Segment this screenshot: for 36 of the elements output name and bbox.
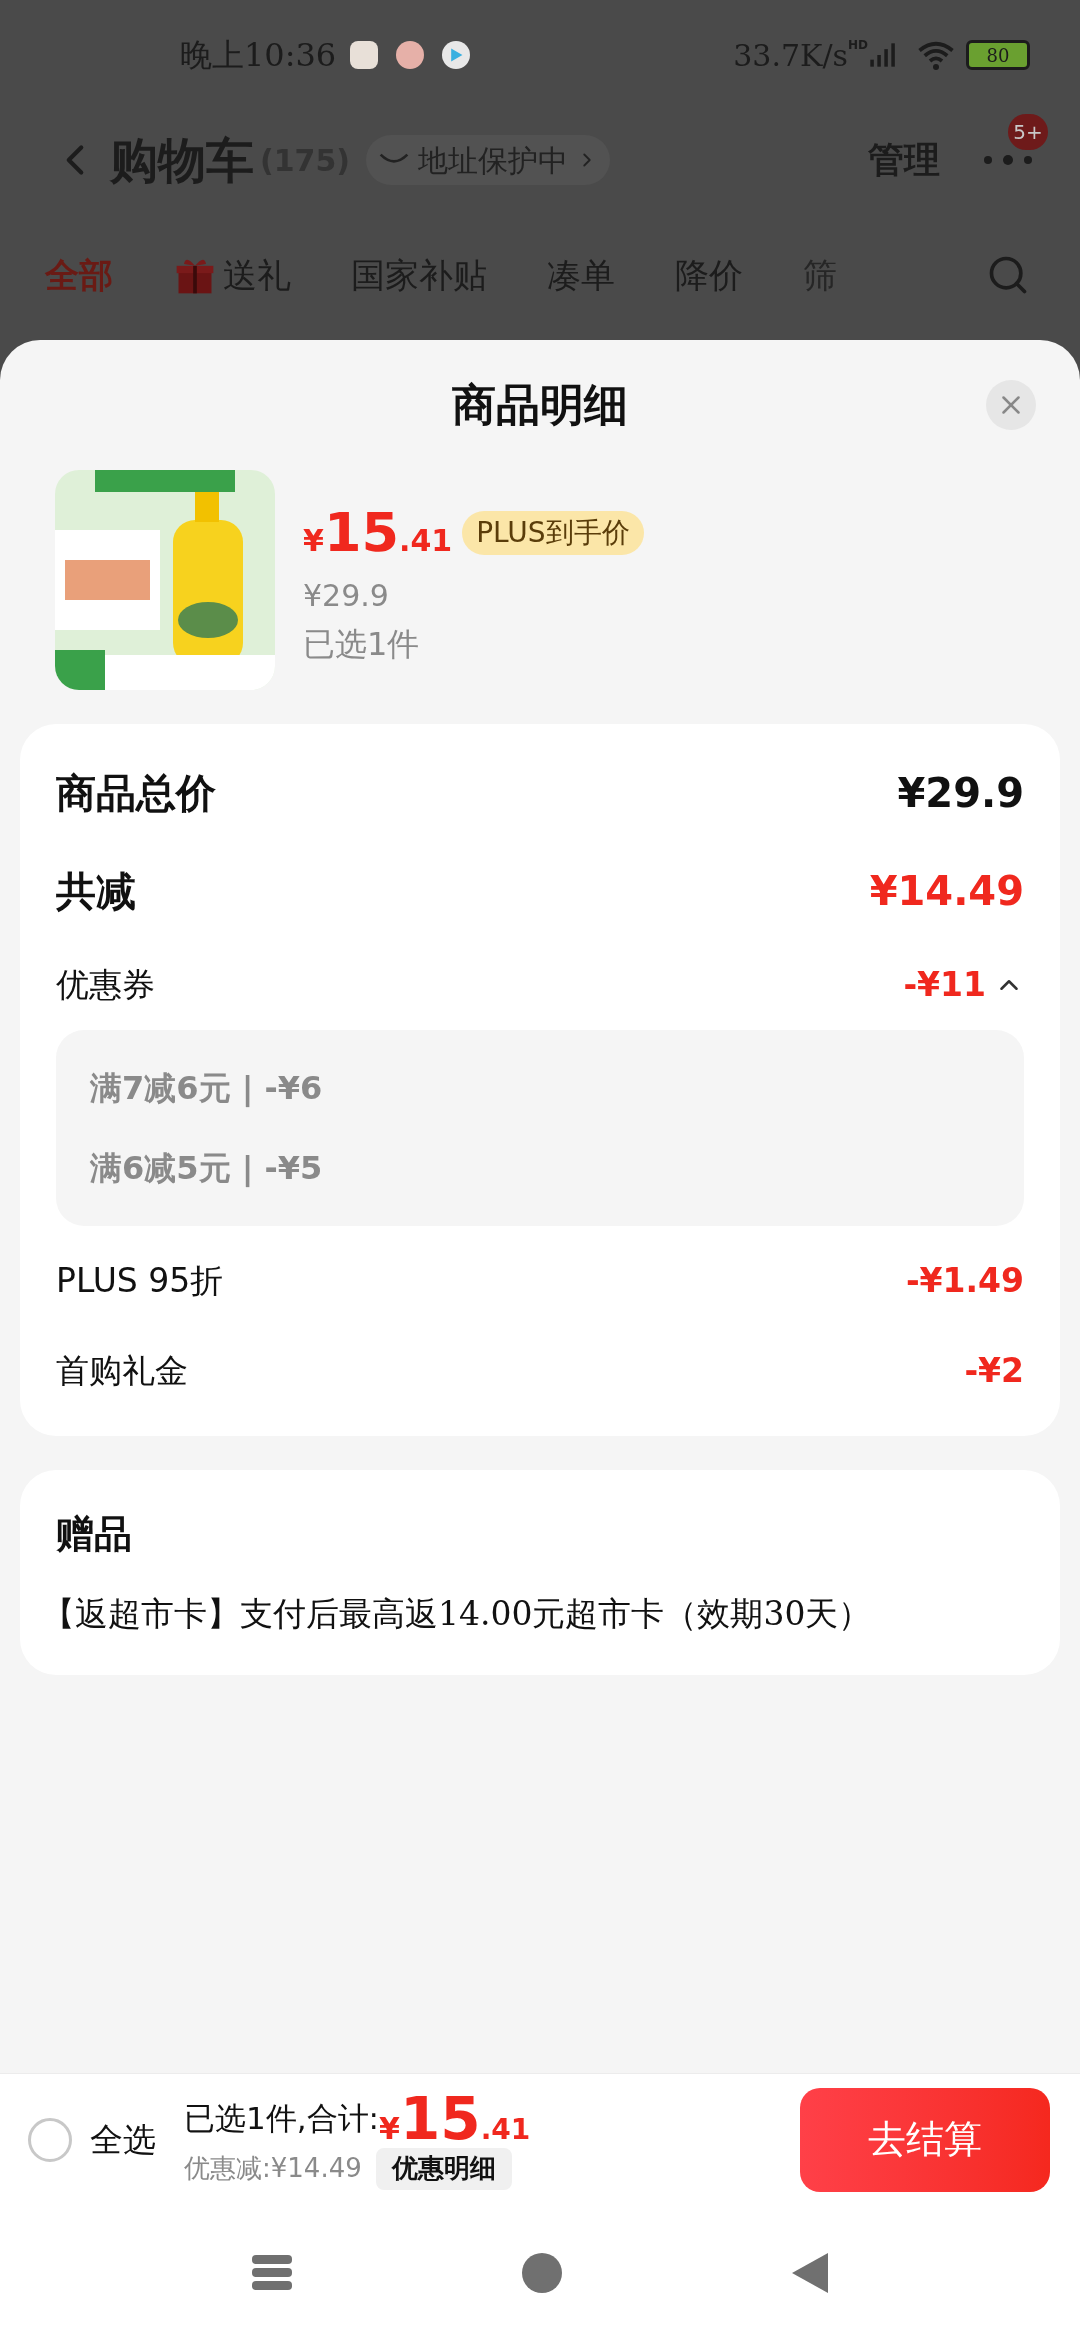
summary-value: -¥2 <box>964 1350 1024 1393</box>
close-button[interactable] <box>986 380 1036 430</box>
summary-value: -¥11 <box>903 964 986 1007</box>
summary-label: 首购礼金 <box>56 1350 188 1393</box>
summary-label: 商品总价 <box>56 769 216 818</box>
app-icon <box>396 41 425 69</box>
menu-icon[interactable] <box>252 2254 292 2291</box>
product-price: ¥15.41 <box>303 500 453 566</box>
coupon-detail: 满7减6元 | -¥6 <box>90 1068 324 1109</box>
notification-badge: 5+ <box>1008 114 1048 150</box>
back-icon[interactable] <box>792 2252 828 2293</box>
summary-label: PLUS 95折 <box>56 1260 224 1303</box>
summary-label: 共减 <box>56 867 136 916</box>
gift-description: 【返超市卡】支付后最高返14.00元超市卡（效期30天） <box>42 1593 873 1635</box>
summary-value: ¥14.49 <box>869 867 1024 916</box>
summary-label: 优惠券 <box>56 964 155 1007</box>
select-all-checkbox[interactable] <box>28 2117 72 2162</box>
signal-icon <box>868 41 896 69</box>
home-icon[interactable] <box>522 2252 562 2293</box>
play-icon <box>442 41 471 69</box>
summary-value: -¥1.49 <box>905 1260 1024 1303</box>
checkout-button[interactable]: 去结算 <box>800 2087 1050 2192</box>
sheet-title: 商品明细 <box>452 378 628 432</box>
total-price: ¥15.41 <box>379 2089 531 2148</box>
selected-count: 已选1件 <box>303 624 421 665</box>
app-icon <box>350 41 379 69</box>
gift-title: 赠品 <box>56 1511 133 1558</box>
plus-price-tag: PLUS到手价 <box>462 510 644 555</box>
select-all-label: 全选 <box>90 2118 156 2161</box>
discount-summary: 优惠减:¥14.49 <box>184 2152 362 2185</box>
battery-icon: 80 <box>966 40 1030 70</box>
discount-details-button[interactable]: 优惠明细 <box>375 2147 512 2190</box>
original-price: ¥29.9 <box>303 577 390 615</box>
coupon-detail: 满6减5元 | -¥5 <box>90 1148 324 1189</box>
summary-value: ¥29.9 <box>897 769 1024 818</box>
total-summary: 已选1件,合计: <box>184 2099 380 2136</box>
